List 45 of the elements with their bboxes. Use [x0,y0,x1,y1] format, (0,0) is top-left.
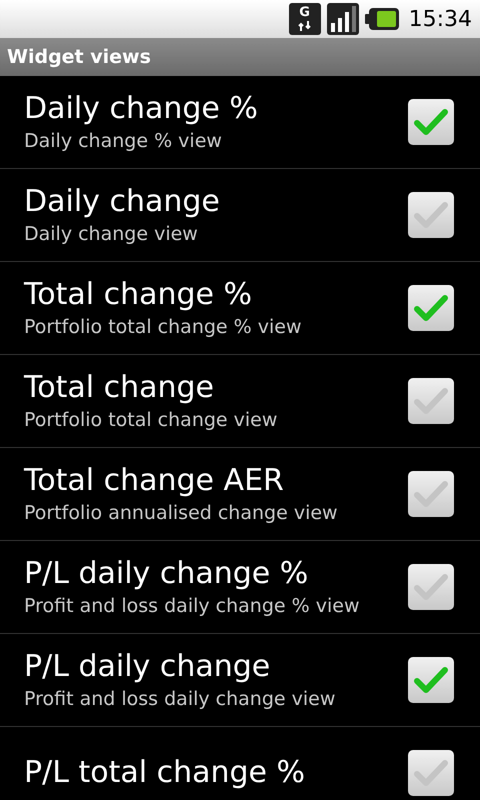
checkbox[interactable] [408,471,454,517]
preference-item[interactable]: Daily change Daily change view [0,169,480,262]
preference-summary: Portfolio total change % view [24,315,302,340]
preference-title: P/L daily change % [24,555,310,593]
preference-summary: Profit and loss daily change % view [24,594,360,619]
preference-item[interactable]: Total change AER Portfolio annualised change view [0,448,480,541]
data-arrows-icon [298,20,312,32]
preference-item[interactable]: Total change Portfolio total change view [0,355,480,448]
preference-title: Total change AER [24,462,285,500]
preference-item[interactable]: Total change % Portfolio total change % view [0,262,480,355]
preference-summary: Portfolio annualised change view [24,501,339,526]
checkbox[interactable] [408,657,454,703]
preference-summary: Portfolio total change view [24,408,278,433]
preference-item[interactable]: P/L daily change Profit and loss daily change view [0,634,480,727]
checkbox[interactable] [408,378,454,424]
checkbox[interactable] [408,99,454,145]
signal-icon [326,3,359,35]
check-icon [414,108,448,136]
preference-title: P/L total change % [24,754,306,792]
check-icon [414,759,448,787]
check-icon [414,573,448,601]
preference-item[interactable]: Daily change % Daily change % view [0,76,480,169]
screen-title: Widget views [7,46,151,68]
preference-summary: Profit and loss daily change view [24,687,336,712]
check-icon [414,666,448,694]
check-icon [414,480,448,508]
preference-title: Total change [24,369,216,407]
preference-item[interactable]: P/L daily change % Profit and loss daily change % view [0,541,480,634]
checkbox[interactable] [408,564,454,610]
check-icon [414,387,448,415]
preference-title: Daily change % [24,90,259,128]
check-icon [414,294,448,322]
clock: 15:34 [408,6,472,32]
preference-item[interactable]: P/L total change % [0,727,480,800]
check-icon [414,201,448,229]
network-type: G [299,6,310,20]
preference-summary: Daily change view [24,222,199,247]
battery-icon [364,8,399,30]
preference-title: Total change % [24,276,254,314]
preference-title: P/L daily change [24,648,272,686]
preference-summary: Daily change % view [24,129,223,154]
checkbox[interactable] [408,285,454,331]
preference-title: Daily change [24,183,221,221]
checkbox[interactable] [408,192,454,238]
checkbox[interactable] [408,750,454,796]
